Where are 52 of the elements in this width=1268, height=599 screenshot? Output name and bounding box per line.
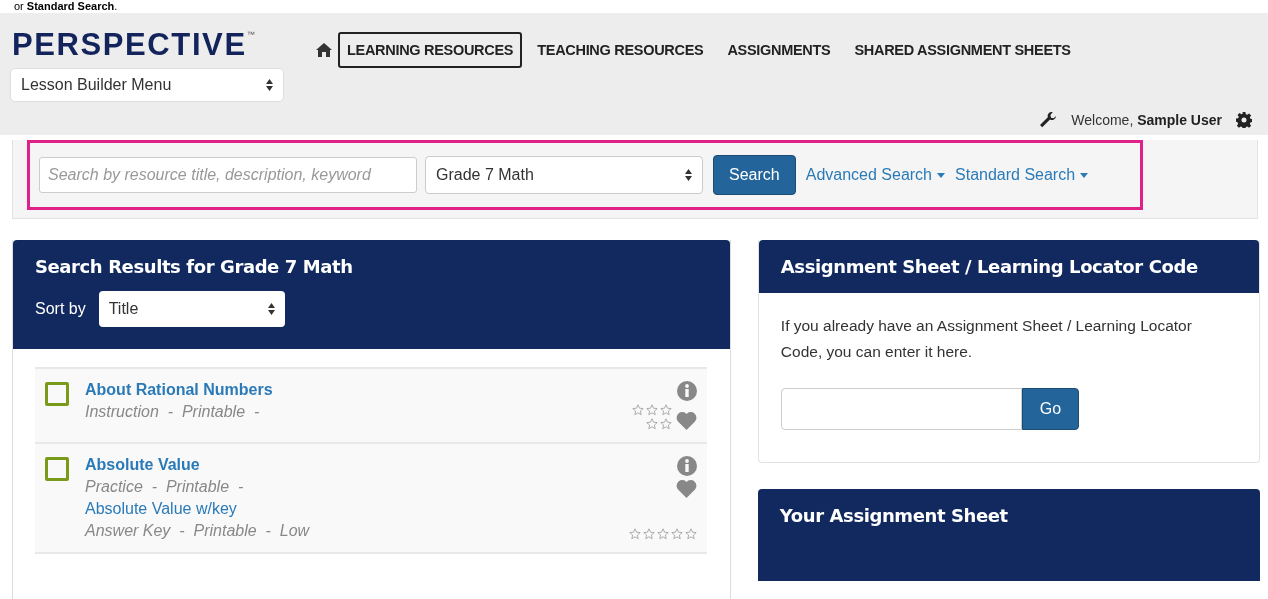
select-arrows-icon <box>267 303 275 315</box>
assignment-sheet-title: Your Assignment Sheet <box>779 505 1009 526</box>
search-mode-link[interactable]: Standard Search <box>955 166 1089 184</box>
locator-code-field[interactable] <box>780 388 1022 430</box>
resource-meta: Instruction - Printable - <box>85 403 260 421</box>
go-button[interactable]: Go <box>1021 388 1080 430</box>
nav-link[interactable]: LEARNING RESOURCES <box>338 32 523 68</box>
search-field[interactable]: Search by resource title, description, keyword <box>39 157 417 193</box>
resource-link[interactable]: Absolute Value <box>85 456 200 474</box>
settings-icon[interactable] <box>1236 112 1252 128</box>
info-icon[interactable] <box>676 381 697 401</box>
star-icon[interactable] <box>656 528 669 540</box>
nav-link[interactable]: TEACHING RESOURCES <box>528 32 713 68</box>
star-icon[interactable] <box>628 528 641 540</box>
resource-meta: Answer Key - Printable - Low <box>85 522 310 540</box>
select-arrows-icon <box>266 79 273 91</box>
search-button[interactable]: Search <box>713 155 796 195</box>
star-icon[interactable] <box>645 404 658 416</box>
star-icon[interactable] <box>642 528 655 540</box>
star-icon[interactable] <box>645 418 658 430</box>
caption-text: or Standard Search. <box>14 0 118 13</box>
heart-icon[interactable] <box>675 479 697 498</box>
locator-instructions: If you already have an Assignment Sheet / Learning Locator Code, you can enter it here. <box>780 316 1193 362</box>
star-icon[interactable] <box>631 404 644 416</box>
lesson-builder-menu-select[interactable]: Lesson Builder Menu <box>10 68 284 102</box>
resource-meta: Practice - Printable - <box>85 478 244 496</box>
star-icon[interactable] <box>684 528 697 540</box>
search-mode-link[interactable]: Advanced Search <box>805 166 945 184</box>
sort-label: Sort by <box>35 300 86 318</box>
star-icon[interactable] <box>670 528 683 540</box>
welcome-text: Welcome, Sample User <box>1071 112 1222 128</box>
trademark-sign: ™ <box>246 30 255 39</box>
star-icon[interactable] <box>659 418 672 430</box>
grade-select[interactable]: Grade 7 Math <box>425 156 703 194</box>
resource-link[interactable]: About Rational Numbers <box>85 381 273 399</box>
home-icon[interactable] <box>316 43 332 57</box>
checkbox[interactable] <box>45 382 69 406</box>
select-arrows-icon <box>685 169 692 181</box>
results-title: Search Results for Grade 7 Math <box>35 256 354 277</box>
wrench-icon[interactable] <box>1039 111 1058 129</box>
locator-title: Assignment Sheet / Learning Locator Code <box>780 256 1199 277</box>
info-icon[interactable] <box>676 456 697 476</box>
caret-icon <box>937 172 945 178</box>
star-icon[interactable] <box>659 404 672 416</box>
heart-icon[interactable] <box>675 411 697 430</box>
logo-wordmark: PERSPECTIVE <box>12 28 247 62</box>
resource-link[interactable]: Absolute Value w/key <box>85 500 237 518</box>
checkbox[interactable] <box>45 457 69 481</box>
nav-link[interactable]: SHARED ASSIGNMENT SHEETS <box>845 32 1080 68</box>
sort-select[interactable]: Title <box>98 291 285 327</box>
nav-link[interactable]: ASSIGNMENTS <box>718 32 840 68</box>
caret-icon <box>1080 172 1089 178</box>
